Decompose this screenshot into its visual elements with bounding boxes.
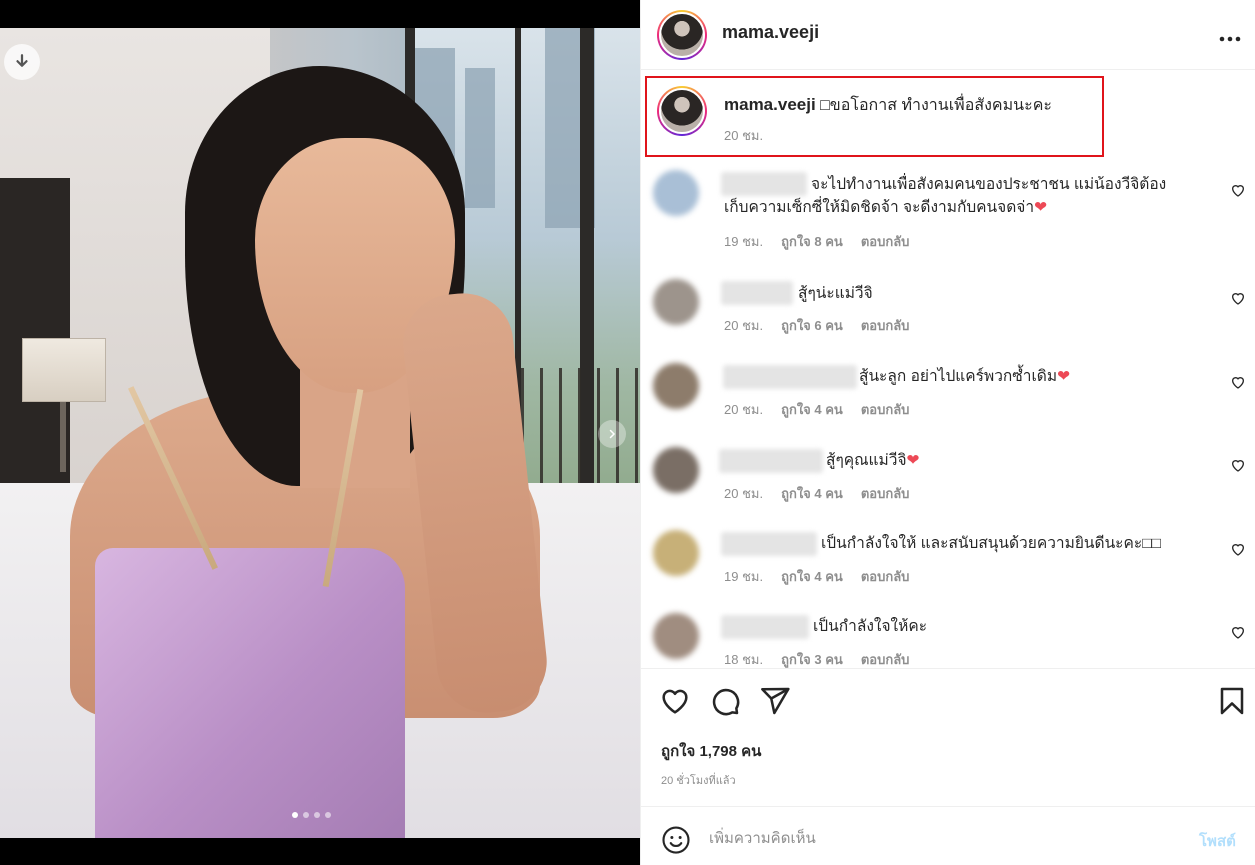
comment-text: สู้ๆน่ะแม่วีจิ bbox=[798, 285, 873, 302]
commenter-avatar[interactable] bbox=[653, 530, 699, 576]
commenter-name-blurred[interactable] bbox=[723, 365, 857, 389]
commenter-avatar[interactable] bbox=[653, 447, 699, 493]
red-heart-icon: ❤ bbox=[1057, 368, 1071, 385]
action-bar: ถูกใจ 1,798 คน 20 ชั่วโมงที่แล้ว bbox=[641, 668, 1255, 806]
comment-likes[interactable]: ถูกใจ 3 คน bbox=[781, 649, 843, 668]
comment-text: สู้นะลูก อย่าไปแคร์พวกซ้ำเดิม❤ bbox=[859, 368, 1071, 385]
like-comment-heart-icon[interactable] bbox=[1230, 541, 1246, 557]
slide-dot bbox=[314, 812, 320, 818]
comment-text: สู้ๆคุณแม่วีจิ❤ bbox=[826, 452, 920, 469]
red-heart-icon: ❤ bbox=[906, 452, 920, 469]
comment-time: 20 ชม. bbox=[724, 318, 764, 333]
comment-meta: 18 ชม. ถูกใจ 3 คน ตอบกลับ bbox=[724, 649, 909, 668]
commenter-avatar[interactable] bbox=[653, 363, 699, 409]
slide-dot bbox=[292, 812, 298, 818]
comment-meta: 20 ชม. ถูกใจ 6 คน ตอบกลับ bbox=[724, 315, 909, 336]
caption-text: □ขอโอกาส ทำงานเพื่อสังคมนะคะ bbox=[820, 97, 1052, 114]
subject-dress bbox=[95, 548, 405, 838]
comment-input[interactable] bbox=[709, 823, 1179, 853]
more-options-button[interactable] bbox=[1219, 22, 1241, 48]
chevron-right-icon bbox=[609, 429, 616, 439]
comment-meta: 19 ชม. ถูกใจ 4 คน ตอบกลับ bbox=[724, 566, 909, 587]
commenter-name-blurred[interactable] bbox=[719, 449, 823, 473]
comment-likes[interactable]: ถูกใจ 8 คน bbox=[781, 231, 843, 252]
like-comment-heart-icon[interactable] bbox=[1230, 457, 1246, 473]
like-comment-heart-icon[interactable] bbox=[1230, 182, 1246, 198]
commenter-name-blurred[interactable] bbox=[721, 172, 807, 196]
post-media bbox=[0, 0, 640, 865]
commenter-avatar[interactable] bbox=[653, 279, 699, 325]
author-avatar[interactable] bbox=[657, 10, 707, 60]
bookmark-icon[interactable] bbox=[1216, 685, 1248, 717]
commenter-name-blurred[interactable] bbox=[721, 615, 809, 639]
commenter-name-blurred[interactable] bbox=[721, 281, 793, 305]
heart-outline-icon[interactable] bbox=[659, 685, 691, 717]
comment-time: 20 ชม. bbox=[724, 486, 764, 501]
slide-dot bbox=[325, 812, 331, 818]
commenter-name-blurred[interactable] bbox=[721, 532, 817, 556]
download-arrow-icon bbox=[16, 54, 28, 67]
reply-button[interactable]: ตอบกลับ bbox=[861, 566, 910, 587]
caption-avatar[interactable] bbox=[657, 86, 707, 136]
comment-time: 19 ชม. bbox=[724, 569, 764, 584]
comment-likes[interactable]: ถูกใจ 4 คน bbox=[781, 399, 843, 420]
comment-time: 20 ชม. bbox=[724, 402, 764, 417]
caption-time: 20 ชม. bbox=[724, 128, 764, 143]
comment-meta: 19 ชม. ถูกใจ 8 คน ตอบกลับ bbox=[724, 231, 909, 252]
comment-composer: โพสต์ bbox=[641, 806, 1255, 865]
slide-dot bbox=[303, 812, 309, 818]
reply-button[interactable]: ตอบกลับ bbox=[861, 315, 910, 336]
post-header: mama.veeji bbox=[641, 0, 1255, 70]
commenter-avatar[interactable] bbox=[653, 613, 699, 659]
reply-button[interactable]: ตอบกลับ bbox=[861, 649, 910, 668]
post-panel: mama.veeji mama.veeji □ขอโอกาส ทำงานเพื่… bbox=[640, 0, 1255, 865]
reply-button[interactable]: ตอบกลับ bbox=[861, 399, 910, 420]
comment-meta: 20 ชม. ถูกใจ 4 คน ตอบกลับ bbox=[724, 399, 909, 420]
commenter-avatar[interactable] bbox=[653, 170, 699, 216]
posted-time: 20 ชั่วโมงที่แล้ว bbox=[661, 775, 736, 787]
comment-meta: 20 ชม. ถูกใจ 4 คน ตอบกลับ bbox=[724, 483, 909, 504]
comment-likes[interactable]: ถูกใจ 4 คน bbox=[781, 566, 843, 587]
like-count[interactable]: ถูกใจ 1,798 คน bbox=[661, 739, 761, 763]
smiley-icon[interactable] bbox=[661, 825, 691, 855]
red-heart-icon: ❤ bbox=[1034, 199, 1048, 216]
next-slide-button[interactable] bbox=[598, 420, 626, 448]
comment-text-line2: เก็บความเซ็กซี่ให้มิดชิดจ้า จะดีงามกับคน… bbox=[724, 199, 1048, 216]
comment-time: 19 ชม. bbox=[724, 234, 764, 249]
reply-button[interactable]: ตอบกลับ bbox=[861, 231, 910, 252]
paper-plane-icon[interactable] bbox=[759, 685, 791, 717]
author-username[interactable]: mama.veeji bbox=[722, 22, 819, 43]
comment-text: เป็นกำลังใจให้ และสนับสนุนด้วยความยินดีน… bbox=[821, 535, 1161, 552]
like-comment-heart-icon[interactable] bbox=[1230, 374, 1246, 390]
like-comment-heart-icon[interactable] bbox=[1230, 290, 1246, 306]
comment-text: เป็นกำลังใจให้คะ bbox=[813, 618, 928, 635]
post-photo[interactable] bbox=[0, 28, 640, 838]
comment-time: 18 ชม. bbox=[724, 652, 764, 667]
caption-username[interactable]: mama.veeji bbox=[724, 95, 816, 114]
comment-likes[interactable]: ถูกใจ 4 คน bbox=[781, 483, 843, 504]
download-button[interactable] bbox=[4, 44, 40, 80]
caption: mama.veeji □ขอโอกาส ทำงานเพื่อสังคมนะคะ bbox=[724, 93, 1052, 118]
comment-bubble-icon[interactable] bbox=[709, 685, 741, 717]
comment-list: จะไปทำงานเพื่อสังคมคนของประชาชน แม่น้องว… bbox=[641, 160, 1255, 668]
comment-likes[interactable]: ถูกใจ 6 คน bbox=[781, 315, 843, 336]
more-horizontal-icon bbox=[1219, 36, 1241, 42]
post-comment-button[interactable]: โพสต์ bbox=[1199, 829, 1236, 853]
reply-button[interactable]: ตอบกลับ bbox=[861, 483, 910, 504]
lamp bbox=[22, 338, 106, 402]
comment-text: จะไปทำงานเพื่อสังคมคนของประชาชน แม่น้องว… bbox=[811, 176, 1167, 193]
like-comment-heart-icon[interactable] bbox=[1230, 624, 1246, 640]
slide-indicator bbox=[292, 812, 331, 818]
